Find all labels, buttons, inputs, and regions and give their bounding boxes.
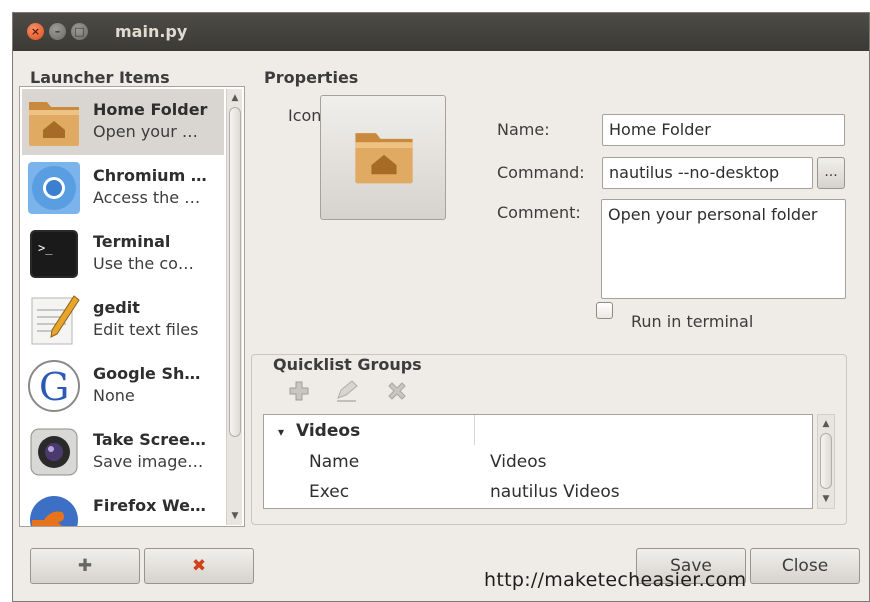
home-folder-icon [29,102,79,146]
launcher-item-screenshot[interactable]: Take Scree… Save image… [22,419,224,485]
title-bar: × – □ main.py [13,13,869,51]
scrollbar-thumb[interactable] [229,107,241,437]
command-field[interactable]: nautilus --no-desktop [602,157,813,189]
row-value[interactable]: nautilus Videos [490,482,620,502]
window-maximize-button[interactable]: □ [71,23,88,40]
delete-group-icon[interactable] [384,378,410,404]
launcher-item-name: Take Scree… [93,430,206,449]
scrollbar-thumb[interactable] [820,433,832,489]
launcher-item-terminal[interactable]: >_ Terminal Use the co… [22,221,224,287]
window-close-button[interactable]: × [27,23,44,40]
window-title: main.py [115,22,188,41]
group-name[interactable]: Videos [296,421,360,441]
scroll-up-icon[interactable]: ▲ [819,417,833,431]
launcher-item-desc: Access the … [93,188,201,207]
browse-command-button[interactable]: ... [817,157,845,189]
firefox-icon [30,496,78,526]
maximize-icon: □ [74,25,85,38]
camera-icon [30,428,78,476]
remove-launcher-item-button[interactable]: ✖ [144,548,254,584]
chromium-icon [28,162,80,214]
launcher-item-gedit[interactable]: gedit Edit text files [22,287,224,353]
launcher-item-desc: Use the co… [93,254,194,273]
watermark-text: http://maketecheasier.com [484,569,747,591]
quicklist-groups-heading: Quicklist Groups [271,355,424,374]
edit-group-icon[interactable] [334,378,360,404]
close-button[interactable]: Close [750,548,860,584]
svg-text:>_: >_ [38,241,53,255]
comment-textarea[interactable]: Open your personal folder [601,199,846,299]
launcher-item-desc: Open your … [93,122,198,141]
column-divider [474,415,475,445]
launcher-item-home-folder[interactable]: Home Folder Open your … [22,89,224,155]
launcher-item-name: Home Folder [93,100,208,119]
launcher-items-heading: Launcher Items [30,68,170,87]
launcher-item-chromium[interactable]: Chromium … Access the … [22,155,224,221]
row-key[interactable]: Exec [309,482,349,502]
row-value[interactable]: Videos [490,452,547,472]
google-icon: G [28,360,80,412]
launcher-item-name: Chromium … [93,166,207,185]
launcher-item-desc: Save image… [93,452,204,471]
command-label: Command: [497,163,585,182]
launcher-item-firefox[interactable]: Firefox We… [22,485,224,526]
scroll-down-icon[interactable]: ▼ [228,509,242,523]
launcher-item-desc: None [93,386,135,405]
gedit-icon [31,295,80,345]
scroll-down-icon[interactable]: ▼ [819,492,833,506]
add-group-icon[interactable] [286,378,312,404]
launcher-scrollbar[interactable]: ▲ ▼ [226,89,242,525]
quicklist-tree[interactable]: ▾ Videos Name Videos Exec nautilus Video… [263,414,813,509]
run-in-terminal-label: Run in terminal [631,312,754,331]
launcher-item-google[interactable]: G Google Sh… None [22,353,224,419]
launcher-list[interactable]: Home Folder Open your … Chromium … Acces… [19,86,245,527]
run-in-terminal-checkbox[interactable] [596,302,613,319]
launcher-item-name: Firefox We… [93,496,206,515]
comment-label: Comment: [497,203,581,222]
window-minimize-button[interactable]: – [49,23,66,40]
launcher-item-name: Terminal [93,232,171,251]
name-label: Name: [497,120,550,139]
add-icon: ✚ [77,556,93,576]
add-launcher-item-button[interactable]: ✚ [30,548,140,584]
launcher-item-name: Google Sh… [93,364,201,383]
icon-chooser-button[interactable] [320,95,446,220]
remove-icon: ✖ [191,556,207,576]
expander-icon[interactable]: ▾ [278,425,284,439]
minimize-icon: – [54,25,61,38]
properties-heading: Properties [264,68,359,87]
close-icon: × [30,25,41,38]
home-folder-icon [355,133,413,184]
row-key[interactable]: Name [309,452,359,472]
quicklist-scrollbar[interactable]: ▲ ▼ [817,414,835,509]
launcher-item-name: gedit [93,298,140,317]
svg-text:G: G [39,365,69,409]
launcher-item-desc: Edit text files [93,320,199,339]
name-field[interactable]: Home Folder [602,114,845,146]
terminal-icon: >_ [30,230,78,278]
scroll-up-icon[interactable]: ▲ [228,91,242,105]
